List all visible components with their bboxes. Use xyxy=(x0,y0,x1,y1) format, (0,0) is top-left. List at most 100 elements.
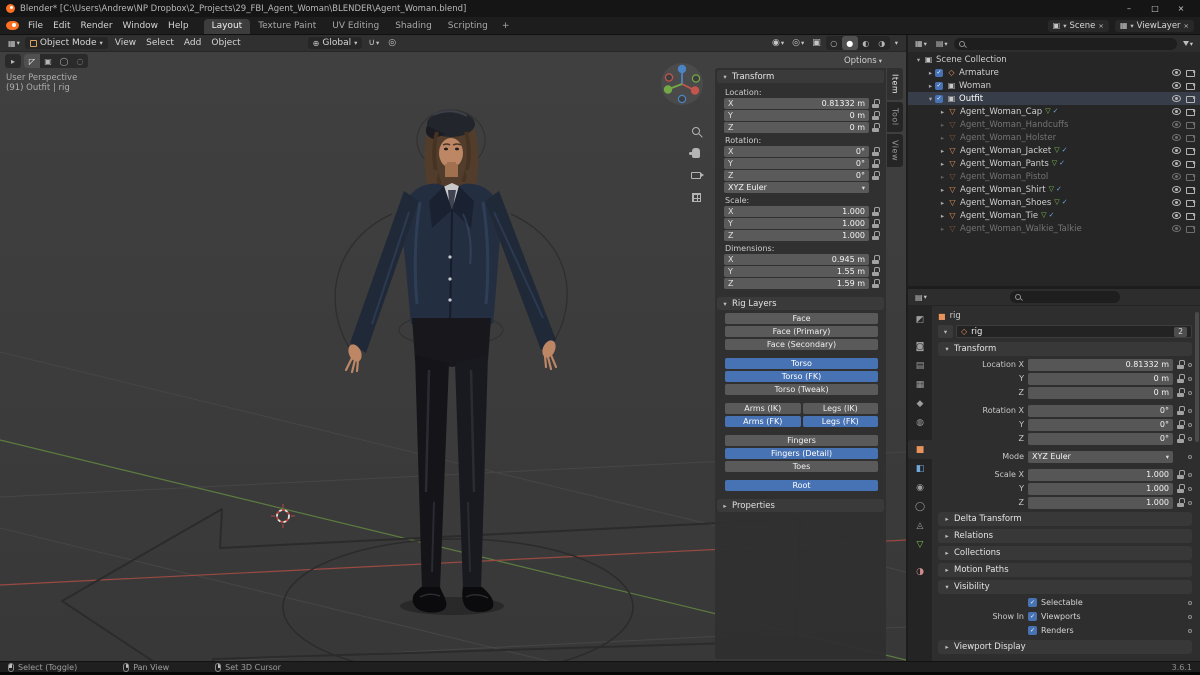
properties-tab[interactable]: ◙ xyxy=(908,337,932,356)
lock-icon[interactable] xyxy=(1177,484,1184,493)
hide-viewport-icon[interactable] xyxy=(1172,212,1181,219)
rig-layer-button[interactable]: Fingers xyxy=(725,435,878,446)
ortho-toggle-button[interactable] xyxy=(689,190,703,204)
scale-field[interactable]: Z 1.000 xyxy=(724,230,869,241)
disable-render-icon[interactable] xyxy=(1186,82,1196,89)
checkbox[interactable]: ✓ xyxy=(1028,612,1037,621)
navigation-gizmo[interactable] xyxy=(660,62,704,110)
rig-layer-button[interactable]: Root xyxy=(725,480,878,491)
property-field[interactable]: 0° ▾ xyxy=(1028,405,1173,417)
property-field[interactable]: 1.000 ▾ xyxy=(1028,483,1173,495)
hide-viewport-icon[interactable] xyxy=(1172,173,1181,180)
properties-tab[interactable]: ▦ xyxy=(908,375,932,394)
properties-tab[interactable]: ◍ xyxy=(908,413,932,432)
viewport-menu-item[interactable]: View xyxy=(110,35,141,51)
lock-icon[interactable] xyxy=(872,111,879,120)
outliner-row[interactable]: ▸ ✓ Agent_Woman_Shirt ▽ ✓ xyxy=(908,183,1200,196)
lock-icon[interactable] xyxy=(872,207,879,216)
transform-orientation-selector[interactable]: ⊕ Global ▾ xyxy=(308,37,363,49)
lock-icon[interactable] xyxy=(1177,406,1184,415)
expand-arrow-icon[interactable]: ▸ xyxy=(938,225,947,233)
viewport-canvas[interactable]: ▸ ◸ ▣ ◯ ◌ User Perspective (91) Outfit |… xyxy=(0,52,906,661)
blender-menu-logo[interactable] xyxy=(6,21,19,30)
n-panel-tab[interactable]: View xyxy=(887,134,903,167)
location-field[interactable]: Z 0 m xyxy=(724,122,869,133)
animate-property-dot[interactable] xyxy=(1188,437,1192,441)
rotation-field[interactable]: Y 0° xyxy=(724,158,869,169)
rig-layer-button[interactable]: Torso (Tweak) xyxy=(725,384,878,395)
properties-tab[interactable]: ◯ xyxy=(908,497,932,516)
animate-property-dot[interactable] xyxy=(1188,455,1192,459)
maximize-button[interactable]: □ xyxy=(1142,0,1168,17)
rig-layer-button[interactable]: Arms (FK) xyxy=(725,416,801,427)
pan-button[interactable] xyxy=(689,146,703,160)
lock-icon[interactable] xyxy=(872,171,879,180)
mode-selector[interactable]: Object Mode ▾ xyxy=(25,37,108,49)
rotation-field[interactable]: X 0° xyxy=(724,146,869,157)
animate-property-dot[interactable] xyxy=(1188,501,1192,505)
workspace-tab[interactable]: Scripting xyxy=(440,19,496,34)
dimension-field[interactable]: Y 1.55 m xyxy=(724,266,869,277)
disable-render-icon[interactable] xyxy=(1186,121,1196,128)
hide-viewport-icon[interactable] xyxy=(1172,186,1181,193)
hide-viewport-icon[interactable] xyxy=(1172,69,1181,76)
tool-fallback-icon[interactable]: ▸ xyxy=(5,54,21,68)
close-button[interactable]: × xyxy=(1168,0,1194,17)
rig-layers-panel-header[interactable]: ▾ Rig Layers xyxy=(717,297,884,310)
hide-viewport-icon[interactable] xyxy=(1172,225,1181,232)
snap-magnet-icon[interactable]: ∪▾ xyxy=(365,36,382,51)
disable-render-icon[interactable] xyxy=(1186,199,1196,206)
expand-arrow-icon[interactable]: ▸ xyxy=(938,160,947,168)
properties-tab[interactable]: ◆ xyxy=(908,394,932,413)
lock-icon[interactable] xyxy=(1177,420,1184,429)
object-name-field[interactable]: ◇ rig 2 xyxy=(956,325,1192,338)
animate-property-dot[interactable] xyxy=(1188,377,1192,381)
properties-editor-type-selector[interactable]: ▤▾ xyxy=(912,290,930,305)
properties-tab[interactable]: ▽ xyxy=(908,535,932,554)
collapsed-panel-header[interactable]: ▸ Delta Transform xyxy=(938,512,1192,526)
outliner-row[interactable]: ▸ ✓ Agent_Woman_Holster ▽ ✓ xyxy=(908,131,1200,144)
viewport-menu-item[interactable]: Select xyxy=(141,35,179,51)
animate-property-dot[interactable] xyxy=(1188,487,1192,491)
lock-icon[interactable] xyxy=(872,279,879,288)
scrollbar[interactable] xyxy=(1195,312,1199,442)
n-panel-tab[interactable]: Tool xyxy=(887,102,903,132)
outliner-row[interactable]: ▾ ✓ Scene Collection ▽ ✓ xyxy=(908,53,1200,66)
outliner-row[interactable]: ▸ ✓ Agent_Woman_Cap ▽ ✓ xyxy=(908,105,1200,118)
workspace-tab[interactable]: Shading xyxy=(387,19,440,34)
checkbox[interactable]: ✓ xyxy=(1028,626,1037,635)
rig-layer-button[interactable]: Face xyxy=(725,313,878,324)
location-field[interactable]: Y 0 m xyxy=(724,110,869,121)
unlink-scene-icon[interactable]: × xyxy=(1098,22,1103,30)
editor-type-selector[interactable]: ▦▾ xyxy=(5,36,23,51)
disable-render-icon[interactable] xyxy=(1186,95,1196,102)
properties-subpanel-header[interactable]: ▸ Properties xyxy=(717,499,884,512)
property-field[interactable]: 1.000 ▾ xyxy=(1028,469,1173,481)
collapsed-panel-header[interactable]: ▸ Collections xyxy=(938,546,1192,560)
options-dropdown[interactable]: Options ▾ xyxy=(844,56,882,66)
show-gizmo-icon[interactable]: ◉▾ xyxy=(769,36,787,51)
workspace-tab[interactable]: Texture Paint xyxy=(250,19,324,34)
select-circle-icon[interactable]: ◯ xyxy=(56,54,72,68)
outliner-row[interactable]: ▸ ✓ Woman ▽ ✓ xyxy=(908,79,1200,92)
rig-layer-button[interactable]: Torso (FK) xyxy=(725,371,878,382)
property-field[interactable]: 1.000 ▾ xyxy=(1028,497,1173,509)
rig-layer-button[interactable]: Face (Primary) xyxy=(725,326,878,337)
property-field[interactable]: 0° ▾ xyxy=(1028,433,1173,445)
outliner-search-input[interactable] xyxy=(954,38,1177,50)
rotation-field[interactable]: Z 0° xyxy=(724,170,869,181)
expand-arrow-icon[interactable]: ▸ xyxy=(938,173,947,181)
viewport-menu-item[interactable]: Object xyxy=(206,35,245,51)
animate-property-dot[interactable] xyxy=(1188,391,1192,395)
hide-viewport-icon[interactable] xyxy=(1172,108,1181,115)
animate-property-dot[interactable] xyxy=(1188,629,1192,633)
disable-render-icon[interactable] xyxy=(1186,69,1196,76)
outliner-row[interactable]: ▸ ✓ Armature ▽ ✓ xyxy=(908,66,1200,79)
dimension-field[interactable]: X 0.945 m xyxy=(724,254,869,265)
viewport-menu-item[interactable]: Add xyxy=(179,35,206,51)
outliner-filter-button[interactable]: ▾ xyxy=(1180,36,1196,51)
expand-arrow-icon[interactable]: ▾ xyxy=(926,95,935,103)
disable-render-icon[interactable] xyxy=(1186,173,1196,180)
rig-layer-button[interactable]: Legs (FK) xyxy=(803,416,879,427)
collection-checkbox[interactable]: ✓ xyxy=(935,82,943,90)
